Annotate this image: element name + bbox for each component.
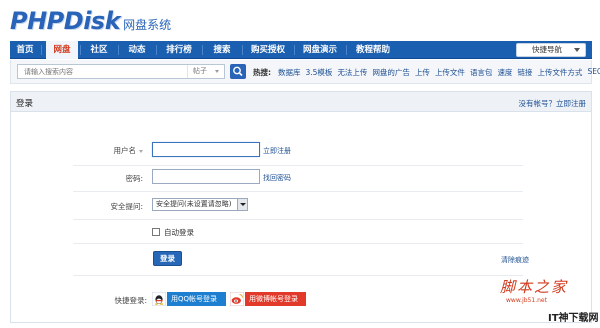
logo-main: PHPDisk [10, 7, 121, 35]
hot-link[interactable]: SEO [587, 67, 600, 78]
hot-search-links: 数据库 3.5模板 无法上传 网盘的广告 上传 上传文件 语言包 速度 链接 上… [278, 67, 600, 78]
weibo-icon [230, 292, 244, 306]
panel-header: 登录 没有帐号？立即注册 [11, 92, 591, 112]
qq-login-button[interactable]: 用QQ帐号登录 [152, 292, 226, 306]
quick-nav-label: 快捷导航 [532, 45, 562, 54]
qq-icon [152, 292, 166, 306]
login-button[interactable]: 登录 [153, 251, 182, 266]
chevron-down-icon [574, 48, 580, 52]
search-type-value: 帖子 [193, 67, 207, 75]
chevron-down-icon [215, 70, 219, 73]
hot-link[interactable]: 无法上传 [337, 67, 367, 78]
weibo-login-button[interactable]: 用微博帐号登录 [230, 292, 306, 306]
hot-link[interactable]: 链接 [517, 67, 532, 78]
hot-link[interactable]: 上传 [415, 67, 430, 78]
search-icon [233, 66, 243, 77]
register-link[interactable]: 立即注册 [263, 146, 291, 156]
security-question-label: 安全提问: [110, 202, 143, 211]
password-label: 密码: [125, 174, 143, 183]
qq-login-text: 用QQ帐号登录 [167, 292, 226, 306]
nav-divider [80, 45, 81, 55]
register-prompt-link[interactable]: 没有帐号？立即注册 [519, 98, 587, 109]
search-bar: 帖子 热搜: 数据库 3.5模板 无法上传 网盘的广告 上传 上传文件 语言包 … [10, 60, 600, 84]
hot-link[interactable]: 数据库 [278, 67, 301, 78]
main-nav: 首页 网盘 社区 动态 排行榜 搜索 购买授权 网盘演示 教程帮助 快捷导航 [10, 41, 592, 59]
weibo-login-text: 用微博帐号登录 [245, 292, 306, 306]
username-label: 用户名 [63, 145, 143, 156]
security-question-value: 安全提问(未设置请忽略) [156, 200, 232, 208]
nav-divider [294, 45, 295, 55]
username-field[interactable] [152, 142, 260, 157]
nav-divider [242, 45, 243, 55]
nav-divider [118, 45, 119, 55]
nav-divider [156, 45, 157, 55]
nav-item-buy-license[interactable]: 购买授权 [244, 41, 292, 59]
quick-nav-dropdown[interactable]: 快捷导航 [516, 43, 586, 57]
hot-link[interactable]: 语言包 [470, 67, 493, 78]
header: PHPDisk 网盘系统 [0, 0, 600, 40]
nav-item-disk[interactable]: 网盘 [46, 41, 78, 59]
search-button[interactable] [230, 64, 246, 79]
auto-login-label: 自动登录 [164, 228, 194, 237]
nav-item-activity[interactable]: 动态 [120, 41, 154, 59]
quick-login-label: 快捷登录: [114, 296, 147, 305]
row-divider [73, 191, 523, 192]
forgot-password-link[interactable]: 找回密码 [263, 173, 291, 183]
hot-link[interactable]: 网盘的广告 [372, 67, 410, 78]
auto-login-checkbox[interactable] [152, 228, 160, 236]
security-question-select[interactable]: 安全提问(未设置请忽略) [152, 198, 248, 211]
hot-link[interactable]: 速度 [497, 67, 512, 78]
clear-traces-link[interactable]: 清除痕迹 [501, 255, 529, 265]
search-type-select[interactable]: 帖子 [187, 65, 223, 78]
jb51-watermark: 脚本之家 [500, 278, 569, 296]
nav-divider [41, 45, 42, 55]
hot-link[interactable]: 上传文件 [435, 67, 465, 78]
nav-divider [346, 45, 347, 55]
username-label-text: 用户名 [113, 146, 137, 155]
nav-divider [202, 45, 203, 55]
nav-item-ranking[interactable]: 排行榜 [158, 41, 200, 59]
nav-item-community[interactable]: 社区 [82, 41, 116, 59]
password-field[interactable] [152, 169, 260, 184]
hot-search-label: 热搜: [253, 68, 271, 77]
hot-link[interactable]: 上传文件方式 [537, 67, 582, 78]
row-divider [73, 219, 523, 220]
page: PHPDisk 网盘系统 首页 网盘 社区 动态 排行榜 搜索 购买授权 网盘演… [0, 0, 600, 328]
panel-title: 登录 [16, 99, 34, 109]
row-divider [73, 165, 523, 166]
hot-link[interactable]: 3.5模板 [306, 67, 333, 78]
nav-item-home[interactable]: 首页 [10, 41, 40, 59]
row-divider [73, 243, 523, 244]
chevron-down-icon [139, 149, 143, 153]
row-divider [73, 275, 523, 276]
nav-item-search[interactable]: 搜索 [204, 41, 240, 59]
logo[interactable]: PHPDisk 网盘系统 [10, 7, 171, 33]
nav-item-demo[interactable]: 网盘演示 [296, 41, 344, 59]
nav-item-help[interactable]: 教程帮助 [348, 41, 398, 59]
jb51-watermark-url: www.jb51.net [506, 297, 547, 304]
site-watermark: IT神下载网 [548, 313, 599, 324]
chevron-down-icon [237, 199, 247, 210]
logo-sub: 网盘系统 [123, 18, 172, 32]
